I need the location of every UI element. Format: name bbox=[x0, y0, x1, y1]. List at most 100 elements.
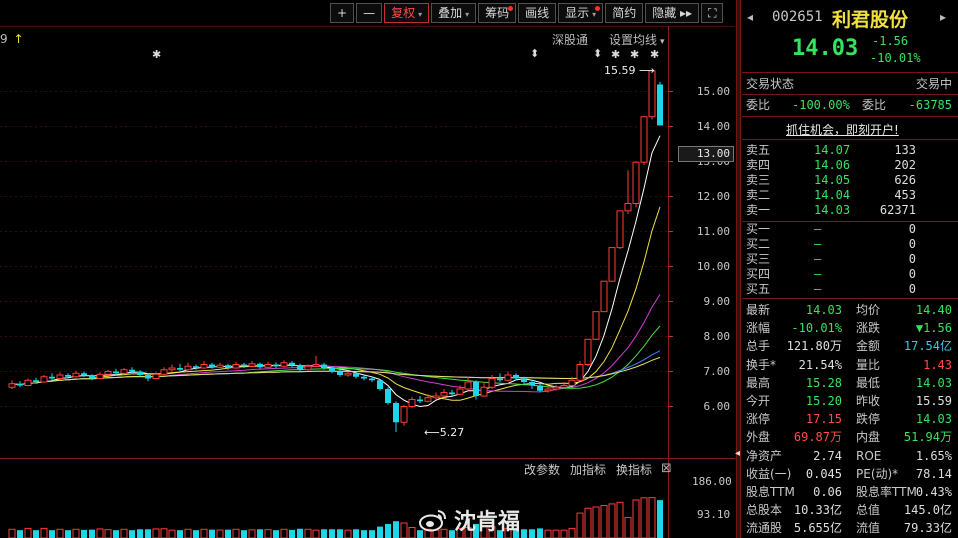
candle-body-down bbox=[337, 371, 343, 375]
toolbar-button-5[interactable]: 画线 bbox=[518, 3, 557, 23]
bids-level-row[interactable]: 买四 — 0 bbox=[746, 267, 956, 282]
event-marker-arrow[interactable]: ⬍ bbox=[530, 47, 539, 60]
event-marker-star[interactable]: ✱ bbox=[650, 48, 659, 61]
volume-bar-up bbox=[40, 527, 48, 538]
ma-line-60 bbox=[11, 350, 661, 386]
price-axis-tick: 10.00 bbox=[696, 259, 730, 273]
bids-level-row[interactable]: 买二 — 0 bbox=[746, 237, 956, 252]
level-volume: 453 bbox=[894, 188, 916, 202]
toolbar-button-0[interactable]: + bbox=[330, 3, 355, 23]
level-price: — bbox=[814, 282, 822, 296]
event-marker-star[interactable]: ✱ bbox=[630, 48, 639, 61]
candle-body-down bbox=[377, 380, 383, 389]
price-change-pct: -10.01% bbox=[870, 51, 921, 65]
volume-bar-up bbox=[544, 529, 552, 538]
high-price-label: 15.59 ⟶ bbox=[604, 64, 655, 77]
toolbar-button-6[interactable]: 显示 ▾ bbox=[558, 3, 604, 23]
candle-body-down bbox=[369, 378, 375, 381]
asks-level-row[interactable]: 卖四 14.06 202 bbox=[746, 158, 956, 173]
volume-bar-up bbox=[560, 529, 568, 538]
add-indicator-button[interactable]: 加指标 bbox=[570, 461, 606, 478]
candle-body-down bbox=[17, 383, 23, 386]
quote-stat-row: 股息TTM 0.06 股息率TTM 0.43% bbox=[746, 485, 956, 500]
price-axis-tick: 7.00 bbox=[703, 364, 731, 378]
candle-body-down bbox=[657, 84, 663, 126]
asks-level-row[interactable]: 卖三 14.05 626 bbox=[746, 173, 956, 188]
stat-value: 15.20 bbox=[805, 394, 842, 408]
toolbar-button-7[interactable]: 简约 bbox=[605, 3, 644, 23]
toolbar-button-label: 简约 bbox=[612, 6, 637, 20]
ma-legend-fragment: 9 ↑ bbox=[0, 32, 24, 46]
weibo-icon bbox=[419, 510, 446, 532]
prev-stock-icon[interactable]: ◂ bbox=[747, 10, 753, 24]
candle-body-up bbox=[24, 379, 32, 386]
candle-body-down bbox=[145, 375, 151, 379]
volume-bar-up bbox=[8, 528, 16, 538]
ma-settings-button[interactable]: 设置均线 ▾ bbox=[609, 31, 665, 48]
volume-bar-down bbox=[353, 529, 359, 538]
candle-body-up bbox=[568, 379, 576, 386]
bids-level-row[interactable]: 买三 — 0 bbox=[746, 252, 956, 267]
open-account-promo-link[interactable]: 抓住机会，即刻开户! bbox=[786, 121, 899, 138]
volume-bars bbox=[8, 497, 663, 538]
next-stock-icon[interactable]: ▸ bbox=[940, 10, 946, 24]
candle-body-up bbox=[152, 373, 160, 379]
stat-label: 最高 bbox=[746, 375, 771, 390]
switch-indicator-button[interactable]: 换指标 bbox=[616, 461, 652, 478]
up-arrow-icon: ↑ bbox=[13, 32, 24, 46]
candle-body-down bbox=[497, 378, 503, 381]
volume-bar-down bbox=[385, 523, 391, 538]
candle-body-up bbox=[584, 338, 592, 365]
chart-toolbar: + — 复权 ▾ 叠加 ▾ 筹码 画线 显示 ▾ 简约 隐藏 ▸▸ ⛶ bbox=[330, 3, 724, 23]
event-marker-star[interactable]: ✱ bbox=[152, 48, 161, 61]
divider bbox=[742, 139, 958, 140]
volume-bar-up bbox=[568, 527, 576, 538]
asks-level-row[interactable]: 卖二 14.04 453 bbox=[746, 188, 956, 203]
asks-level-row[interactable]: 卖一 14.03 62371 bbox=[746, 203, 956, 218]
close-indicator-icon[interactable]: ⊠ bbox=[661, 461, 672, 476]
volume-bar-up bbox=[56, 528, 64, 538]
event-marker-arrow[interactable]: ⬍ bbox=[593, 47, 602, 60]
volume-tick-mid: 93.10 bbox=[697, 508, 731, 521]
candle-body-up bbox=[184, 365, 192, 371]
level-volume: 202 bbox=[894, 158, 916, 172]
price-axis: 15.0014.0013.0012.0011.0010.009.008.007.… bbox=[668, 0, 730, 460]
bids-level-row[interactable]: 买五 — 0 bbox=[746, 282, 956, 297]
candle-body-up bbox=[608, 247, 616, 282]
volume-bar-down bbox=[193, 530, 199, 538]
toolbar-button-4[interactable]: 筹码 bbox=[478, 3, 517, 23]
level-volume: 626 bbox=[894, 173, 916, 187]
right-arrow-icon: ⟶ bbox=[635, 64, 655, 77]
volume-bar-up bbox=[168, 529, 176, 538]
level-price: 14.03 bbox=[814, 203, 851, 217]
volume-bar-up bbox=[304, 528, 312, 538]
level-price: — bbox=[814, 252, 822, 266]
price-axis-tick: 6.00 bbox=[703, 399, 731, 413]
level-label: 买四 bbox=[746, 267, 771, 281]
kline-chart[interactable] bbox=[0, 0, 735, 538]
stat-value: 14.03 bbox=[915, 375, 952, 390]
level-label: 卖五 bbox=[746, 143, 771, 157]
candle-body-up bbox=[576, 364, 584, 381]
stat-label: 金额 bbox=[856, 339, 881, 354]
edit-params-button[interactable]: 改参数 bbox=[524, 461, 560, 478]
volume-bar-down bbox=[129, 530, 135, 538]
hk-connect-link[interactable]: 深股通 bbox=[552, 31, 588, 48]
event-marker-star[interactable]: ✱ bbox=[611, 48, 620, 61]
toolbar-button-3[interactable]: 叠加 ▾ bbox=[431, 3, 477, 23]
asks-level-row[interactable]: 卖五 14.07 133 bbox=[746, 143, 956, 158]
indicator-toolbar: 改参数 加指标 换指标 bbox=[524, 461, 652, 478]
stat-value: ▼1.56 bbox=[915, 321, 952, 336]
quote-stat-row: 总手 121.80万 金额 17.54亿 bbox=[746, 339, 956, 354]
volume-bar-up bbox=[552, 529, 560, 538]
weicha-label: 委比 bbox=[862, 98, 887, 112]
collapse-panel-icon[interactable]: ◂ bbox=[735, 448, 740, 459]
toolbar-button-2[interactable]: 复权 ▾ bbox=[384, 3, 430, 23]
volume-bar-down bbox=[49, 530, 55, 538]
bids-level-row[interactable]: 买一 — 0 bbox=[746, 222, 956, 237]
volume-bar-up bbox=[24, 527, 32, 538]
candle-body-up bbox=[8, 383, 16, 388]
toolbar-button-1[interactable]: — bbox=[356, 3, 383, 23]
candle-body-up bbox=[304, 365, 312, 371]
candle-body-up bbox=[464, 381, 472, 390]
